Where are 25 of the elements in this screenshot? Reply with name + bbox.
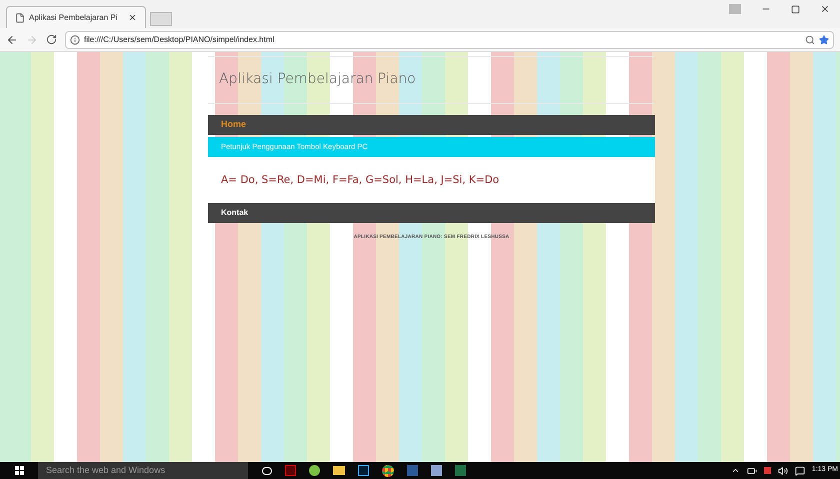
address-bar[interactable]: file:///C:/Users/sem/Desktop/PIANO/simpel/index.html xyxy=(65,30,834,48)
reload-icon[interactable] xyxy=(46,34,57,45)
url-text: file:///C:/Users/sem/Desktop/PIANO/simpel/index.html xyxy=(84,34,274,46)
restore-icon[interactable] xyxy=(791,4,800,14)
notification-icon[interactable] xyxy=(794,466,805,476)
page-title: Aplikasi Pembelajaran Piano xyxy=(219,71,416,87)
task-view-icon[interactable] xyxy=(262,466,272,474)
info-icon xyxy=(70,34,80,44)
nav-link[interactable]: Home xyxy=(221,118,246,132)
chrome-icon[interactable] xyxy=(382,464,394,476)
battery-icon[interactable] xyxy=(746,466,757,476)
zoom-icon[interactable] xyxy=(805,34,815,44)
key-map-text: A= Do, S=Re, D=Mi, F=Fa, G=Sol, H=La, J=Si, K=Do xyxy=(221,174,500,186)
taskbar-search-field[interactable]: Search the web and Windows xyxy=(38,462,248,479)
windows-icon xyxy=(14,466,24,475)
browser-tab[interactable]: Aplikasi Pembelajaran Pi xyxy=(6,6,146,28)
page-icon xyxy=(15,12,25,22)
close-icon[interactable] xyxy=(128,13,137,22)
tab-title: Aplikasi Pembelajaran Pi xyxy=(29,12,118,24)
back-icon[interactable] xyxy=(6,34,18,46)
bookmark-star-icon[interactable] xyxy=(819,34,829,44)
speaker-icon[interactable] xyxy=(778,466,788,476)
close-icon[interactable] xyxy=(820,4,830,14)
chevron-up-icon[interactable] xyxy=(730,466,740,475)
contact-bar: Kontak xyxy=(208,203,655,223)
